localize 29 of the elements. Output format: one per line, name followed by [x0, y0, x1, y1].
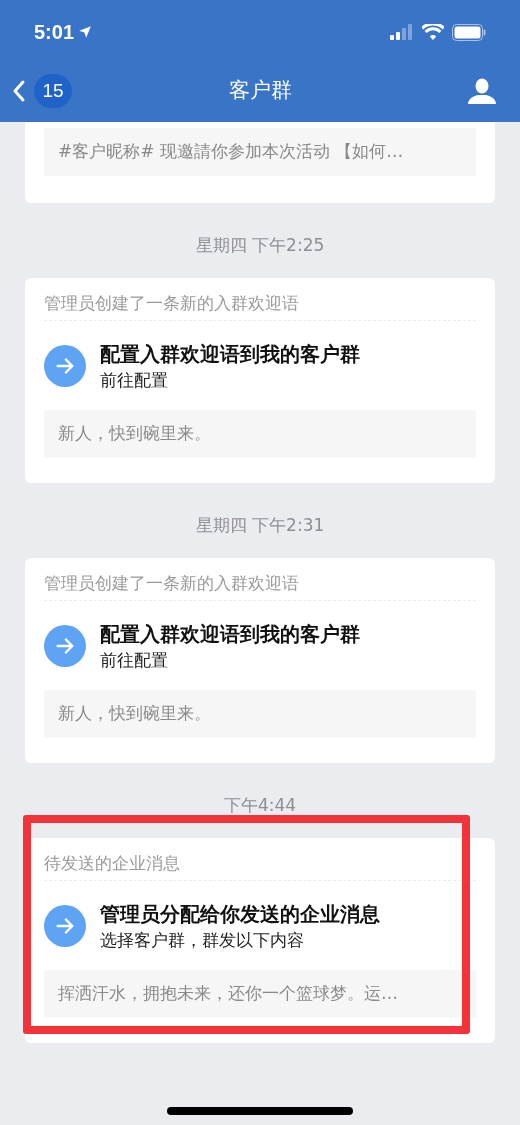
back-button[interactable]: 15	[12, 74, 72, 108]
message-preview: 新人，快到碗里来。	[44, 410, 476, 458]
message-card[interactable]: 管理员创建了一条新的入群欢迎语 配置入群欢迎语到我的客户群 前往配置 新人，快到碗里来。	[25, 278, 495, 483]
card-header: 待发送的企业消息	[44, 851, 180, 875]
location-icon	[78, 25, 93, 39]
message-card[interactable]: 管理员创建了一条新的入群欢迎语 配置入群欢迎语到我的客户群 前往配置 新人，快到碗里来。	[25, 558, 495, 763]
card-subtitle: 前往配置	[100, 368, 169, 392]
message-preview: #客户昵称# 现邀請你参加本次活动 【如何…	[44, 128, 476, 176]
status-time: 5:01	[34, 20, 75, 45]
back-icon	[12, 79, 26, 103]
card-header: 管理员创建了一条新的入群欢迎语	[44, 291, 299, 315]
timestamp: 星期四 下午2:31	[195, 513, 325, 537]
unread-badge: 15	[34, 74, 72, 108]
card-title: 配置入群欢迎语到我的客户群	[100, 620, 360, 648]
card-title: 配置入群欢迎语到我的客户群	[100, 340, 360, 368]
card-subtitle: 选择客户群，群发以下内容	[100, 928, 305, 952]
message-card[interactable]: 待发送的企业消息 管理员分配给你发送的企业消息 选择客户群，群发以下内容 挥洒汗水，拥抱未来，还你一个篮球梦。运…	[25, 838, 495, 1043]
nav-title: 客户群	[228, 77, 292, 105]
timestamp: 下午4:44	[223, 793, 297, 817]
card-subtitle: 前往配置	[100, 648, 169, 672]
message-preview: 挥洒汗水，拥抱未来，还你一个篮球梦。运…	[44, 970, 476, 1018]
timestamp: 星期四 下午2:25	[195, 233, 325, 257]
person-icon[interactable]	[468, 78, 496, 104]
wifi-icon	[422, 24, 444, 40]
battery-icon	[452, 23, 486, 41]
message-preview: 新人，快到碗里来。	[44, 690, 476, 738]
signal-icon	[390, 24, 414, 40]
card-header: 管理员创建了一条新的入群欢迎语	[44, 571, 299, 595]
card-title: 管理员分配给你发送的企业消息	[100, 900, 380, 928]
